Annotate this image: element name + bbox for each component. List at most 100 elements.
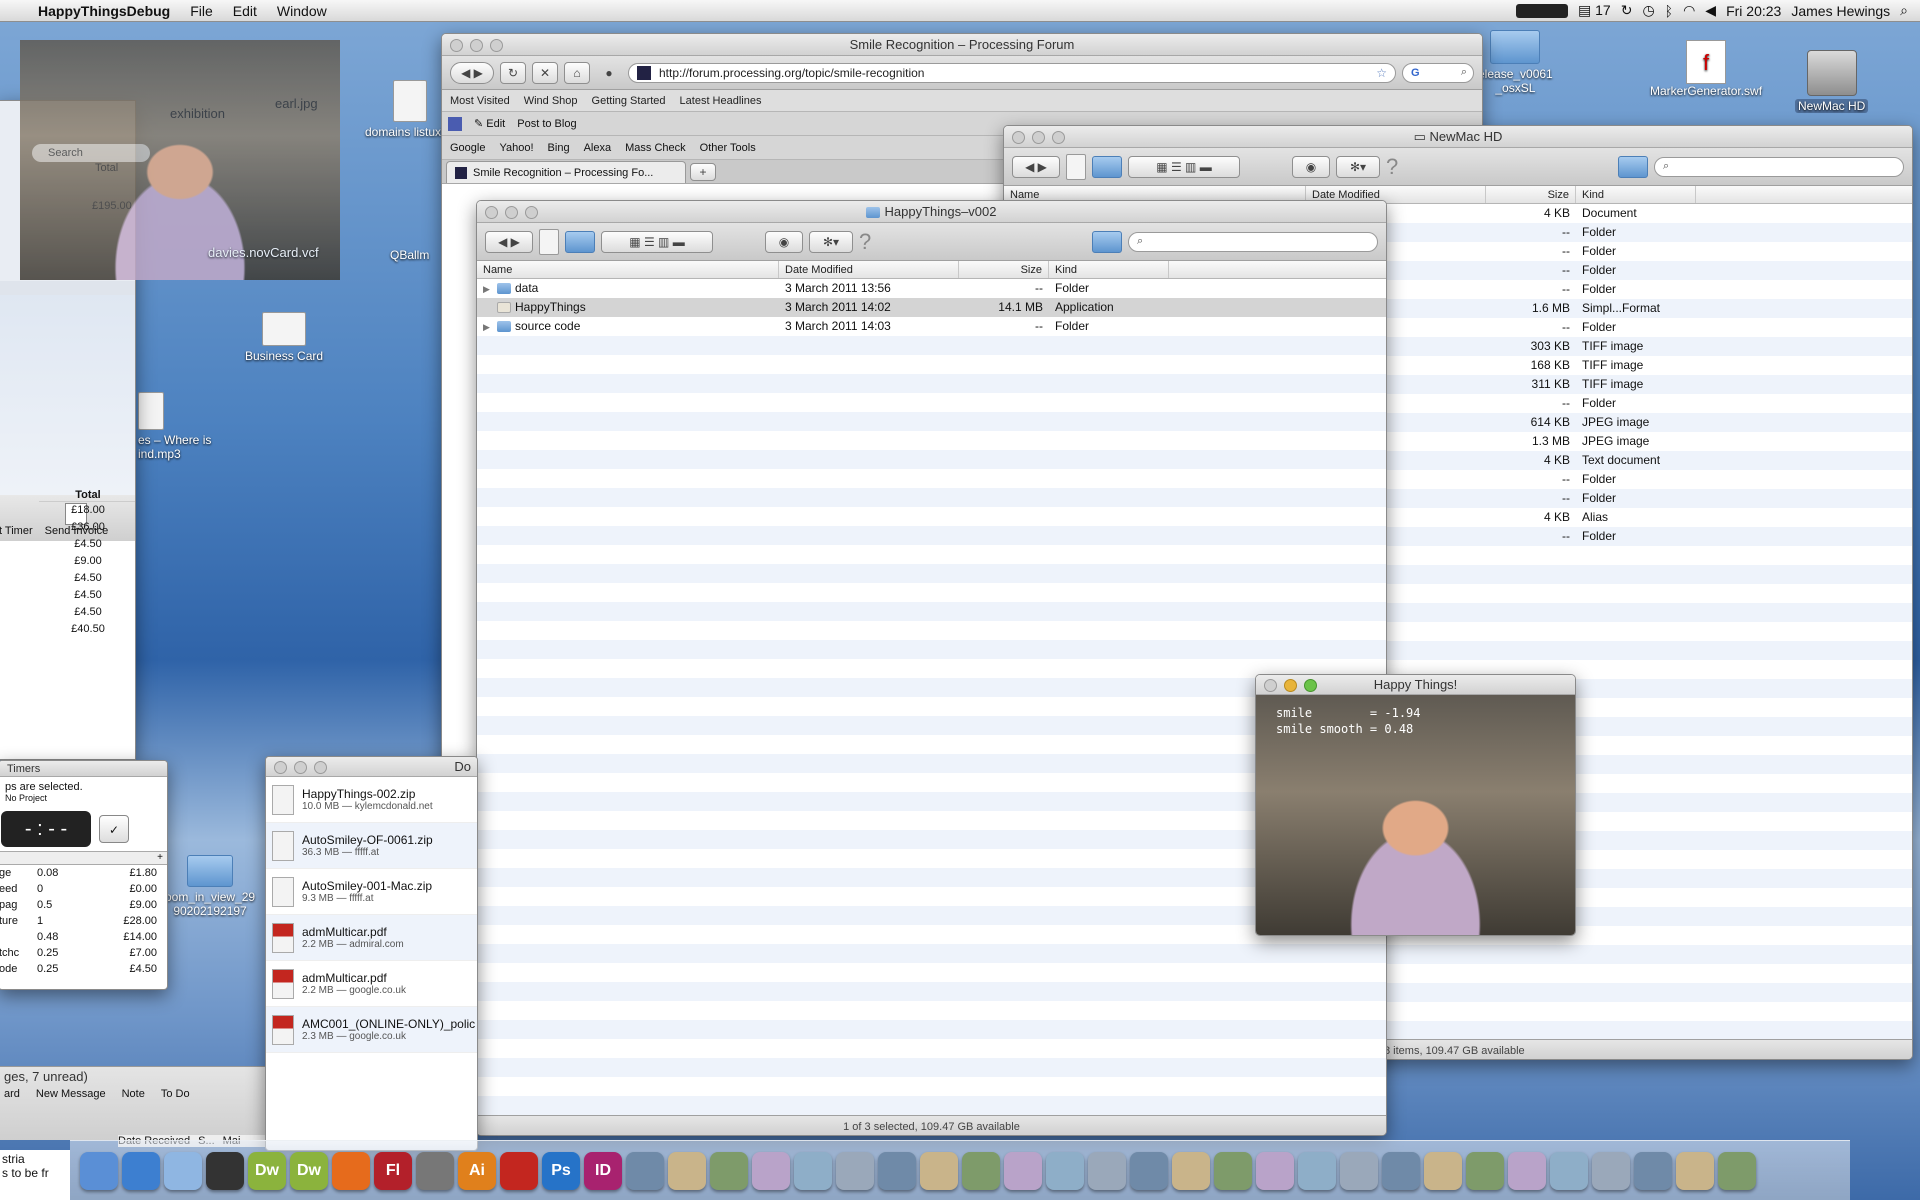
safari-icon[interactable] (164, 1151, 202, 1190)
reload-icon[interactable]: ↻ (500, 61, 526, 84)
tab-smile-recognition[interactable]: Smile Recognition – Processing Fo... (446, 161, 686, 183)
menu-edit[interactable]: Edit (223, 3, 267, 19)
dreamweaver-icon-2[interactable]: Dw (290, 1151, 328, 1190)
dock-app-icon[interactable] (920, 1151, 958, 1190)
bluetooth-icon[interactable]: ᛒ (1665, 3, 1673, 19)
start-timer-button[interactable]: t Timer (0, 525, 33, 537)
dock-app-icon[interactable] (1298, 1151, 1336, 1190)
zoom-button[interactable] (525, 206, 538, 219)
dock-app-icon[interactable] (626, 1151, 664, 1190)
desktop-icon-mp3[interactable]: es – Where is ind.mp3 (138, 392, 211, 461)
view-switcher[interactable]: ▦ ☰ ▥ ▬ (601, 230, 713, 253)
wifi-icon[interactable]: ◠ (1683, 2, 1695, 19)
dock-app-icon[interactable] (1004, 1151, 1042, 1190)
close-button[interactable] (1012, 131, 1025, 144)
dock-app-icon[interactable] (1256, 1151, 1294, 1190)
zoom-button[interactable] (314, 761, 327, 774)
dock-app-icon[interactable] (794, 1151, 832, 1190)
gear-icon[interactable]: ✻▾ (809, 230, 853, 253)
finder-icon[interactable] (80, 1151, 118, 1190)
timer-row[interactable]: tchc 0.25 £7.00 (0, 945, 167, 961)
col-size[interactable]: Size (1486, 186, 1576, 203)
dreamweaver-icon[interactable]: Dw (248, 1151, 286, 1190)
dock-app-icon[interactable] (1046, 1151, 1084, 1190)
file-row[interactable]: ▶ source code 3 March 2011 14:03 -- Folder (477, 317, 1386, 336)
dock-app-icon[interactable] (710, 1151, 748, 1190)
timer-row[interactable]: eed 0 £0.00 (0, 881, 167, 897)
back-forward-button[interactable]: ◀ ▶ (450, 61, 494, 84)
desktop-icon-vcf[interactable]: davies.novCard.vcf (208, 245, 319, 260)
timer-row[interactable]: pag 0.5 £9.00 (0, 897, 167, 913)
download-item[interactable]: admMulticar.pdf 2.2 MB — google.co.uk (266, 961, 477, 1007)
dock-app-icon[interactable] (1340, 1151, 1378, 1190)
timer-row[interactable]: 0.48 £14.00 (0, 929, 167, 945)
home-icon[interactable]: ⌂ (564, 61, 590, 84)
acrobat-icon[interactable] (416, 1151, 454, 1190)
file-row[interactable]: HappyThings 3 March 2011 14:02 14.1 MB Appl… (477, 298, 1386, 317)
download-item[interactable]: AutoSmiley-001-Mac.zip 9.3 MB — fffff.at (266, 869, 477, 915)
app-store-icon[interactable] (122, 1151, 160, 1190)
bookmark-item[interactable]: Getting Started (592, 95, 666, 107)
minimize-button[interactable] (470, 39, 483, 52)
disclosure-triangle-icon[interactable]: ▶ (483, 280, 497, 298)
battery-menu-icon[interactable] (1516, 3, 1569, 18)
close-button[interactable] (1264, 679, 1277, 692)
minimize-button[interactable] (294, 761, 307, 774)
panel-search-field[interactable]: Search (32, 144, 150, 162)
spotlight-icon[interactable]: ⌕ (1900, 2, 1908, 19)
search-shortcut[interactable]: Alexa (584, 142, 612, 154)
stop-icon[interactable]: ✕ (532, 61, 558, 84)
search-shortcut[interactable]: Bing (548, 142, 570, 154)
new-message-button[interactable]: New Message (36, 1088, 106, 1100)
col-kind[interactable]: Kind (1576, 186, 1696, 203)
col-date[interactable]: Date Modified (779, 261, 959, 278)
search-shortcut[interactable]: Mass Check (625, 142, 686, 154)
dock-app-icon[interactable] (1088, 1151, 1126, 1190)
dock-app-icon[interactable] (1466, 1151, 1504, 1190)
back-forward-button[interactable]: ◀ ▶ (1012, 155, 1060, 178)
dock-app-icon[interactable] (836, 1151, 874, 1190)
movie-icon[interactable] (539, 228, 559, 255)
dock-app-icon[interactable] (1214, 1151, 1252, 1190)
illustrator-icon[interactable]: Ai (458, 1151, 496, 1190)
dock-app-icon[interactable] (1550, 1151, 1588, 1190)
menu-file[interactable]: File (180, 3, 223, 19)
desktop-icon-hd[interactable]: NewMac HD (1795, 50, 1869, 113)
search-shortcut[interactable]: Other Tools (700, 142, 756, 154)
folder-icon-2[interactable] (1092, 230, 1122, 253)
dock-app-icon[interactable] (1130, 1151, 1168, 1190)
pdf-icon[interactable] (500, 1151, 538, 1190)
close-button[interactable] (485, 206, 498, 219)
menu-window[interactable]: Window (267, 3, 337, 19)
bookmark-item[interactable]: Wind Shop (524, 95, 578, 107)
download-item[interactable]: HappyThings-002.zip 10.0 MB — kylemcdonal… (266, 777, 477, 823)
folder-icon[interactable] (565, 230, 595, 253)
calendar-menu-icon[interactable]: ▤ 17 (1578, 2, 1611, 19)
dock-app-icon[interactable] (1718, 1151, 1756, 1190)
time-machine-icon[interactable]: ◷ (1642, 2, 1654, 19)
post-to-blog-button[interactable]: Post to Blog (517, 118, 576, 130)
dock-app-icon[interactable] (1676, 1151, 1714, 1190)
volume-icon[interactable]: ◀ (1705, 2, 1716, 19)
zoom-button[interactable] (490, 39, 503, 52)
search-shortcut[interactable]: Google (450, 142, 485, 154)
mail-board-button[interactable]: ard (4, 1088, 20, 1100)
dock-app-icon[interactable] (1172, 1151, 1210, 1190)
desktop-icon-release[interactable]: elease_v0061 _osxSL (1478, 30, 1553, 95)
search-engine-box[interactable]: G ⌕ (1402, 62, 1474, 83)
note-button[interactable]: Note (122, 1088, 145, 1100)
desktop-icon-earl[interactable]: earl.jpg (275, 96, 318, 111)
minimize-button[interactable] (1032, 131, 1045, 144)
view-switcher[interactable]: ▦ ☰ ▥ ▬ (1128, 155, 1240, 178)
timer-check-button[interactable]: ✓ (99, 815, 129, 843)
url-bar[interactable]: http://forum.processing.org/topic/smile-… (628, 62, 1396, 83)
folder-icon-2[interactable] (1618, 155, 1648, 178)
flash-icon[interactable]: Fl (374, 1151, 412, 1190)
todo-button[interactable]: To Do (161, 1088, 190, 1100)
desktop-icon-exhibition[interactable]: exhibition (170, 106, 225, 121)
search-shortcut[interactable]: Yahoo! (499, 142, 533, 154)
zoom-button[interactable] (1304, 679, 1317, 692)
movie-icon[interactable] (1066, 153, 1086, 180)
menu-user[interactable]: James Hewings (1791, 3, 1890, 19)
dock-app-icon[interactable] (1382, 1151, 1420, 1190)
